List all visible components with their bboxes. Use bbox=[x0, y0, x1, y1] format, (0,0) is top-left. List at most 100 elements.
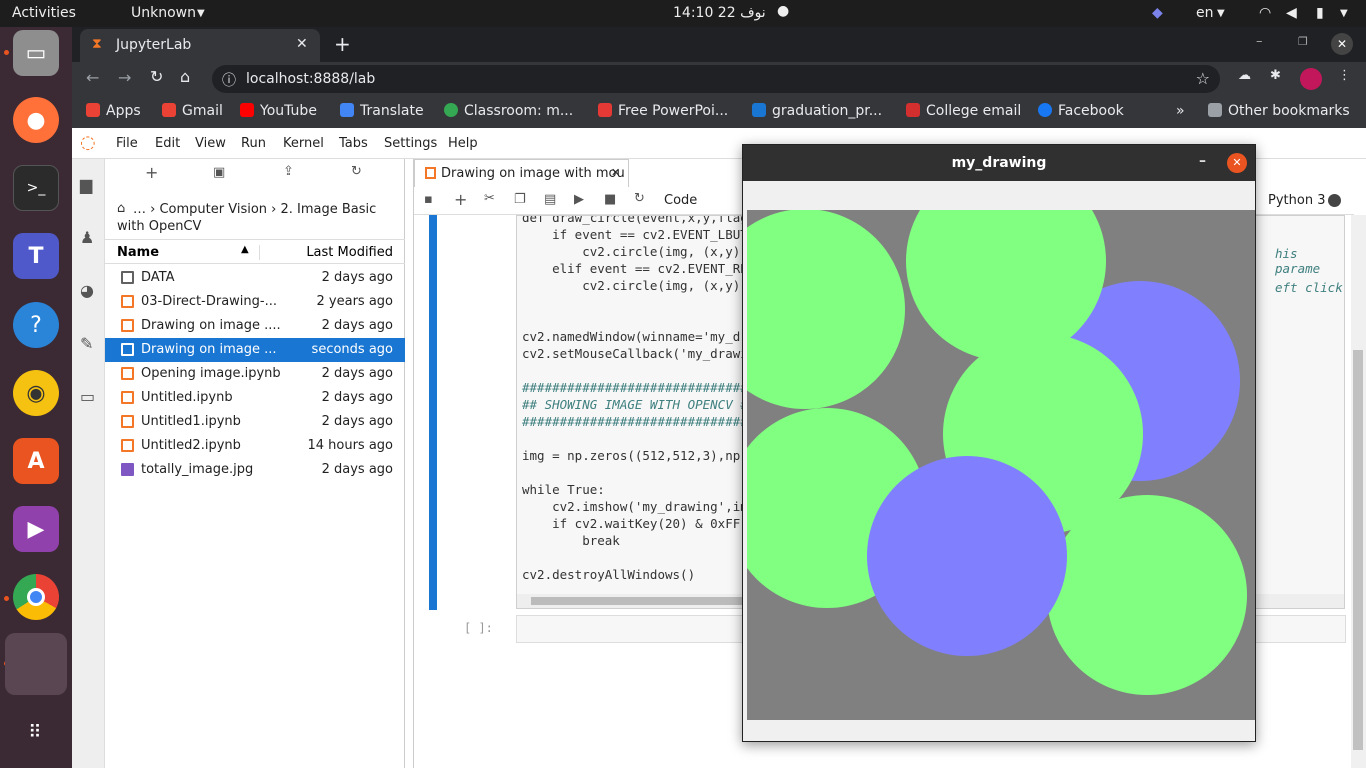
new-tab-button[interactable]: + bbox=[334, 32, 351, 56]
bookmark-graduation[interactable]: graduation_pr... bbox=[752, 103, 882, 119]
minimize-button[interactable]: – bbox=[1199, 153, 1206, 169]
palette-icon[interactable]: ◕ bbox=[80, 281, 94, 300]
firefox-icon[interactable]: ● bbox=[13, 97, 59, 143]
run-icon[interactable]: ▶ bbox=[574, 192, 584, 207]
cut-icon[interactable]: ✂ bbox=[484, 191, 495, 206]
teams-tray-icon[interactable]: ◆ bbox=[1152, 5, 1163, 21]
menu-settings[interactable]: Settings bbox=[384, 136, 437, 151]
menu-run[interactable]: Run bbox=[241, 136, 266, 151]
language-indicator[interactable]: en bbox=[1196, 5, 1214, 21]
tabs-icon[interactable]: ▭ bbox=[80, 387, 95, 406]
activities-button[interactable]: Activities bbox=[12, 5, 76, 21]
info-icon[interactable]: ⓘ bbox=[222, 70, 236, 90]
file-row[interactable]: Untitled2.ipynb 14 hours ago bbox=[105, 434, 405, 458]
puzzle-icon[interactable]: ✱ bbox=[1270, 68, 1281, 83]
vertical-scrollbar[interactable] bbox=[1351, 215, 1366, 768]
back-icon[interactable]: ← bbox=[86, 68, 99, 87]
breadcrumb[interactable]: … › Computer Vision › 2. Image Basic wit… bbox=[117, 201, 397, 235]
insert-cell-icon[interactable]: + bbox=[454, 190, 467, 209]
battery-icon[interactable]: ▮ bbox=[1316, 5, 1324, 21]
file-row[interactable]: Untitled.ipynb 2 days ago bbox=[105, 386, 405, 410]
wrench-icon[interactable]: ✎ bbox=[80, 334, 93, 353]
bookmark-classroom[interactable]: Classroom: m... bbox=[444, 103, 573, 119]
file-row[interactable]: totally_image.jpg 2 days ago bbox=[105, 458, 405, 482]
software-store-icon[interactable]: A bbox=[13, 438, 59, 484]
bookmark-star-icon[interactable]: ☆ bbox=[1196, 69, 1210, 88]
home-icon[interactable]: ⌂ bbox=[180, 67, 190, 86]
rhythmbox-icon[interactable]: ◉ bbox=[13, 370, 59, 416]
menu-kernel[interactable]: Kernel bbox=[283, 136, 324, 151]
trello-icon bbox=[752, 103, 766, 117]
clock[interactable]: 14:10 22 نوف bbox=[673, 5, 766, 21]
files-icon[interactable]: ▭ bbox=[13, 30, 59, 76]
close-window-button[interactable]: ✕ bbox=[1227, 153, 1247, 173]
file-row[interactable]: Drawing on image ... seconds ago bbox=[105, 338, 405, 362]
file-row[interactable]: Opening image.ipynb 2 days ago bbox=[105, 362, 405, 386]
chrome-icon[interactable] bbox=[13, 574, 59, 620]
more-bookmarks-button[interactable]: » bbox=[1176, 103, 1185, 119]
avatar[interactable] bbox=[1300, 68, 1322, 90]
bookmark-youtube[interactable]: YouTube bbox=[240, 103, 317, 119]
forward-icon[interactable]: → bbox=[118, 68, 131, 87]
address-bar[interactable]: ⓘ localhost:8888/lab ☆ bbox=[212, 65, 1220, 93]
close-icon[interactable]: ✕ bbox=[611, 166, 620, 179]
menu-file[interactable]: File bbox=[116, 136, 138, 151]
browser-tab[interactable]: ⧗ JupyterLab ✕ bbox=[80, 29, 320, 62]
menu-tabs[interactable]: Tabs bbox=[339, 136, 368, 151]
running-indicator bbox=[4, 596, 9, 601]
menu-help[interactable]: Help bbox=[448, 136, 478, 151]
upload-icon[interactable]: ⇪ bbox=[283, 164, 294, 179]
extension-icon[interactable]: ☁ bbox=[1238, 68, 1251, 83]
folder-icon[interactable]: ▆ bbox=[80, 175, 92, 194]
bookmark-facebook[interactable]: Facebook bbox=[1038, 103, 1124, 119]
drawing-svg bbox=[747, 210, 1247, 695]
minimize-button[interactable]: – bbox=[1256, 34, 1263, 49]
new-folder-icon[interactable]: ▣ bbox=[213, 165, 225, 180]
file-row[interactable]: 03-Direct-Drawing-... 2 years ago bbox=[105, 290, 405, 314]
terminal-icon[interactable]: >_ bbox=[13, 165, 59, 211]
copy-icon[interactable]: ❐ bbox=[514, 192, 526, 207]
code-line: ## SHOWING IMAGE WITH OPENCV # bbox=[522, 397, 748, 412]
bookmark-powerpoint[interactable]: Free PowerPoi... bbox=[598, 103, 728, 119]
restart-icon[interactable]: ↻ bbox=[634, 191, 645, 206]
close-icon[interactable]: ✕ bbox=[296, 36, 308, 52]
cell-type-select[interactable]: Code bbox=[664, 193, 697, 208]
file-row[interactable]: DATA 2 days ago bbox=[105, 266, 405, 290]
wifi-icon[interactable]: ◠ bbox=[1259, 5, 1271, 21]
bookmark-college-email[interactable]: College email bbox=[906, 103, 1021, 119]
file-row[interactable]: Drawing on image .... 2 days ago bbox=[105, 314, 405, 338]
menu-icon[interactable]: ⋮ bbox=[1338, 68, 1351, 83]
file-row[interactable]: Untitled1.ipynb 2 days ago bbox=[105, 410, 405, 434]
save-icon[interactable]: ▪ bbox=[424, 192, 433, 207]
bookmark-apps[interactable]: Apps bbox=[86, 103, 141, 119]
running-icon[interactable]: ♟ bbox=[80, 228, 94, 247]
help-icon[interactable]: ? bbox=[13, 302, 59, 348]
code-line: ############################### bbox=[522, 380, 756, 395]
paste-icon[interactable]: ▤ bbox=[544, 192, 556, 207]
menu-view[interactable]: View bbox=[195, 136, 226, 151]
opencv-titlebar[interactable]: my_drawing – ✕ bbox=[743, 145, 1255, 181]
bookmark-translate[interactable]: Translate bbox=[340, 103, 424, 119]
tab-notebook[interactable]: Drawing on image with mou ✕ bbox=[414, 159, 629, 187]
menu-edit[interactable]: Edit bbox=[155, 136, 180, 151]
close-window-button[interactable]: ✕ bbox=[1331, 33, 1353, 55]
show-apps-icon[interactable]: ⠿ bbox=[13, 710, 59, 756]
refresh-icon[interactable]: ↻ bbox=[351, 164, 362, 179]
new-launcher-icon[interactable]: + bbox=[145, 163, 158, 182]
app-menu[interactable]: Unknown bbox=[131, 5, 196, 21]
opencv-canvas[interactable] bbox=[747, 210, 1255, 720]
column-name[interactable]: Name bbox=[117, 245, 159, 260]
code-line: cv2.imshow('my_drawing',im bbox=[522, 499, 748, 514]
volume-icon[interactable]: ◀ bbox=[1286, 5, 1297, 21]
kernel-name[interactable]: Python 3 bbox=[1268, 193, 1325, 208]
active-window-slot[interactable] bbox=[5, 633, 67, 695]
column-modified[interactable]: Last Modified bbox=[259, 245, 393, 260]
teams-icon[interactable]: T bbox=[13, 233, 59, 279]
video-player-icon[interactable]: ▶ bbox=[13, 506, 59, 552]
stop-icon[interactable]: ■ bbox=[604, 192, 616, 207]
bookmark-gmail[interactable]: Gmail bbox=[162, 103, 223, 119]
restore-button[interactable]: ❐ bbox=[1298, 35, 1308, 48]
scrollbar-thumb[interactable] bbox=[1353, 350, 1363, 750]
reload-icon[interactable]: ↻ bbox=[150, 67, 163, 86]
other-bookmarks[interactable]: Other bookmarks bbox=[1208, 103, 1350, 119]
